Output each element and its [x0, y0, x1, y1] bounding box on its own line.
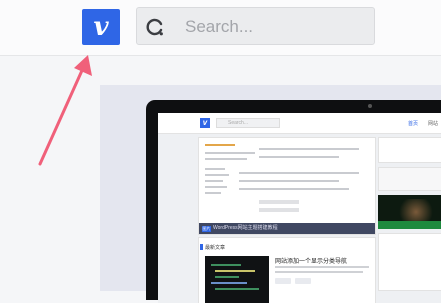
main-card: WordPress网站主题搭建教程 图片 [198, 137, 376, 235]
post-tag [295, 278, 311, 284]
post-title: 网站添加一个显示分类导航 [275, 259, 348, 265]
mini-nav-home: 首页 [408, 121, 419, 127]
camera-dot [368, 104, 372, 108]
code-line [215, 270, 255, 272]
decor-line [239, 172, 359, 174]
decor-line [259, 208, 299, 212]
post-thumbnail [205, 256, 269, 303]
code-line [215, 288, 259, 290]
main-card-tag: 图片 [202, 226, 211, 232]
mini-nav-site: 网站 [428, 121, 439, 127]
decor-line [205, 168, 225, 170]
code-line [211, 264, 241, 266]
decor-line [259, 156, 339, 158]
decor-line [259, 200, 299, 204]
side-image-card [378, 195, 441, 229]
site-logo[interactable]: v [82, 9, 120, 45]
decor-line [205, 186, 227, 188]
top-bar: v Search... [0, 0, 441, 56]
laptop-preview: v Search... 首页 网站 WordPress网站主题搭建教程 图片 最… [146, 100, 441, 303]
post-excerpt-line [275, 266, 369, 268]
code-line [211, 282, 247, 284]
decor-line [205, 152, 255, 154]
side-card [378, 233, 441, 291]
search-box[interactable]: Search... [136, 7, 375, 45]
side-image-bar [378, 221, 441, 229]
main-card-caption: WordPress网站主题搭建教程 [199, 223, 375, 234]
post-tag [275, 278, 291, 284]
decor-line [205, 192, 221, 194]
search-input[interactable]: Search... [185, 8, 253, 45]
mini-nav-bar: v Search... 首页 网站 [158, 113, 441, 134]
side-card [378, 167, 441, 191]
decor-line [259, 148, 359, 150]
mini-logo: v [200, 118, 210, 128]
decor-line [205, 144, 235, 146]
section-title: 最新文章 [199, 244, 226, 251]
decor-line [205, 158, 247, 160]
decor-line [205, 174, 229, 176]
code-line [215, 276, 239, 278]
decor-line [239, 188, 349, 190]
latest-posts: 最新文章 网站添加一个显示分类导航 [198, 237, 376, 303]
decor-line [239, 180, 339, 182]
search-icon [146, 18, 163, 36]
annotation-arrow [38, 55, 92, 166]
decor-line [205, 180, 223, 182]
mini-search: Search... [216, 118, 280, 128]
post-excerpt-line [275, 271, 363, 273]
laptop-screen: v Search... 首页 网站 WordPress网站主题搭建教程 图片 最… [158, 113, 441, 303]
side-card [378, 137, 441, 163]
sidebar-column [378, 137, 441, 297]
